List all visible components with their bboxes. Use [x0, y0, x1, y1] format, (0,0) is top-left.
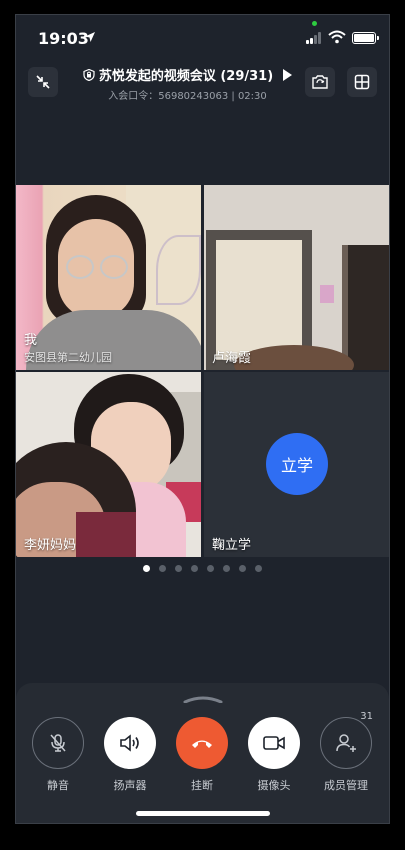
page-dot[interactable] — [191, 565, 198, 572]
grid-view-icon — [354, 74, 370, 90]
camera-label: 摄像头 — [257, 779, 291, 792]
status-time: 19:03 — [38, 29, 89, 48]
flip-camera-button[interactable] — [305, 67, 335, 97]
shrink-icon — [36, 75, 50, 89]
play-icon — [283, 68, 293, 81]
phone-screen: 19:03 苏悦发起的视频会议 (29/31) 入会口令：56980243063… — [15, 14, 390, 824]
participant-name: 卢海霞 — [212, 351, 252, 366]
speaker-button[interactable]: 扬声器 — [102, 717, 158, 793]
grid-view-button[interactable] — [347, 67, 377, 97]
page-dot[interactable] — [143, 565, 150, 572]
page-dot[interactable] — [159, 565, 166, 572]
camera-icon — [263, 736, 285, 750]
shrink-window-button[interactable] — [28, 67, 58, 97]
page-dot[interactable] — [255, 565, 262, 572]
hang-up-label: 挂断 — [191, 779, 213, 792]
avatar: 立学 — [266, 433, 328, 495]
microphone-muted-icon — [50, 734, 66, 752]
page-dot[interactable] — [239, 565, 246, 572]
cellular-signal-icon — [306, 32, 322, 44]
flip-camera-icon — [312, 75, 328, 89]
participant-name: 我 — [24, 333, 38, 348]
member-management-label: 成员管理 — [324, 779, 368, 792]
camera-button[interactable]: 摄像头 — [246, 717, 302, 793]
battery-icon — [352, 32, 379, 44]
page-dot[interactable] — [207, 565, 214, 572]
wifi-icon — [328, 30, 346, 44]
participant-name: 鞠立学 — [212, 538, 252, 553]
speaker-icon — [120, 734, 139, 752]
member-management-icon — [336, 734, 356, 752]
hang-up-button[interactable]: 挂断 — [174, 717, 230, 793]
avatar-text: 立学 — [280, 456, 313, 475]
expand-panel-handle[interactable] — [183, 695, 223, 703]
member-management-button[interactable]: 31 成员管理 — [318, 711, 374, 793]
mute-label: 静音 — [47, 779, 69, 792]
status-bar: 19:03 — [16, 15, 389, 59]
member-count-badge: 31 — [360, 711, 373, 722]
meeting-title: 苏悦发起的视频会议 (29/31) — [98, 69, 274, 84]
meeting-info[interactable]: 苏悦发起的视频会议 (29/31) 入会口令：56980243063 | 02:… — [76, 65, 299, 102]
lock-icon — [83, 68, 95, 81]
page-dot[interactable] — [175, 565, 182, 572]
speaker-label: 扬声器 — [113, 779, 147, 792]
mute-button[interactable]: 静音 — [30, 717, 86, 793]
hang-up-icon — [192, 740, 212, 748]
video-tile-participant[interactable]: 卢海霞 — [204, 185, 389, 370]
meeting-subtitle: 入会口令：56980243063 | 02:30 — [108, 91, 267, 102]
home-indicator[interactable] — [136, 811, 270, 816]
participant-name: 李妍妈妈 — [24, 538, 77, 553]
page-indicator[interactable] — [16, 565, 389, 572]
video-tile-participant[interactable]: 立学 鞠立学 — [204, 372, 389, 557]
camera-in-use-dot — [312, 21, 317, 26]
location-arrow-icon — [85, 32, 95, 42]
page-dot[interactable] — [223, 565, 230, 572]
video-tile-self[interactable]: 我 安图县第二幼儿园 — [16, 185, 201, 370]
participant-org: 安图县第二幼儿园 — [24, 351, 112, 364]
video-tile-participant[interactable]: 李妍妈妈 — [16, 372, 201, 557]
